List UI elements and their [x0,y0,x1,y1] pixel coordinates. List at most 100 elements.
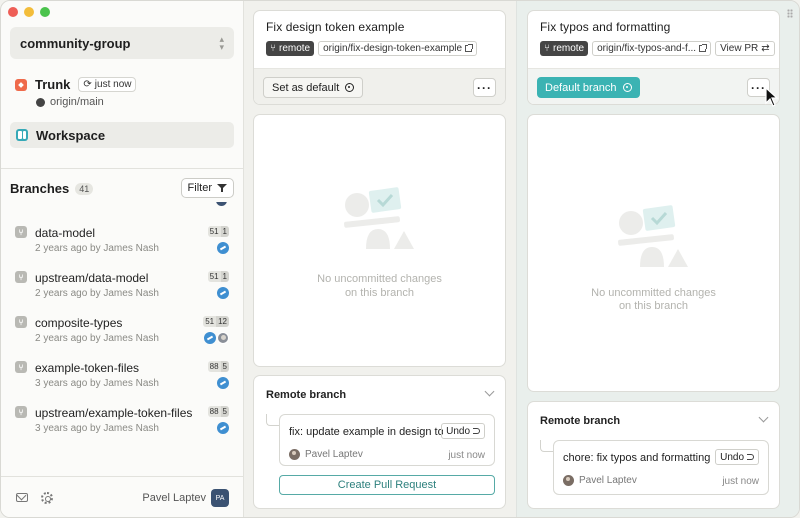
branch-icon: ⑂ [15,316,27,328]
project-name: community-group [20,35,131,51]
uncommitted-changes-area: No uncommitted changes on this branch [253,114,506,367]
branch-item[interactable]: ⑂ upstream/data-model 2 years ago by Jam… [1,267,243,311]
empty-line-2: on this branch [344,287,415,299]
chevron-down-icon[interactable] [484,386,495,397]
set-as-default-button[interactable]: Set as default [263,77,364,98]
remote-branch-card: Remote branch fix: update example in des… [253,375,506,509]
branch-meta: 2 years ago by James Nash [35,288,159,299]
remote-tag-label: remote [279,43,311,54]
remote-tag: ⑂ remote [540,41,589,56]
user-name[interactable]: Pavel Laptev [142,492,206,504]
mail-icon[interactable] [16,493,28,502]
create-pull-request-button[interactable]: Create Pull Request [279,475,495,495]
external-link-icon [465,44,474,52]
branch-stats: 88 5 [207,361,229,372]
behind-count: 12 [216,316,229,327]
remote-tag-label: remote [553,43,585,54]
origin-link[interactable]: origin/fix-design-token-example [318,41,478,56]
sidebar-item-workspace[interactable]: Workspace [10,122,234,148]
commit-card[interactable]: chore: fix typos and formatting ... Undo… [553,440,769,495]
author-avatar [217,422,229,434]
origin-label: origin/fix-design-token-example [323,43,463,54]
external-link-icon [699,44,708,52]
branch-item[interactable]: ⑂ example-token-files 3 years ago by Jam… [1,357,243,401]
trunk-item[interactable]: Trunk ⟳ just now origin/main [15,77,235,108]
commit-time: just now [722,476,759,487]
branch-stats: 51 1 [207,271,229,282]
author-avatar [217,332,229,344]
gear-icon[interactable] [41,492,53,504]
branch-icon: ⑂ [15,271,27,283]
trunk-sync-badge[interactable]: ⟳ just now [78,77,137,92]
sidebar: community-group ▴ ▾ Trunk ⟳ just now orig… [1,1,244,517]
mouse-cursor-icon [765,87,779,107]
commit-author: Pavel Laptev [579,475,637,486]
commit-time: just now [448,450,485,461]
ahead-count: 51 [203,316,217,327]
close-window-button[interactable] [8,7,18,17]
avatar[interactable]: PA [211,489,229,507]
filter-button[interactable]: Filter [180,178,234,198]
avatar [563,475,574,486]
view-pr-label: View PR [720,43,759,54]
chevron-up-down-icon: ▴ ▾ [219,34,224,52]
undo-label: Undo [720,451,744,463]
author-avatar [217,377,229,389]
remote-branch-card: Remote branch chore: fix typos and forma… [527,401,780,509]
target-icon [622,83,632,92]
origin-link[interactable]: origin/fix-typos-and-f... [592,41,712,56]
branch-title[interactable]: Fix typos and formatting [540,20,767,34]
drag-handle-icon[interactable] [787,9,793,18]
pull-request-icon: ⇄ [761,43,770,54]
behind-count: 5 [220,406,229,417]
trunk-icon [15,78,27,91]
commit-card[interactable]: fix: update example in design to... Undo… [279,414,495,466]
zoom-window-button[interactable] [40,7,50,17]
branch-name: data-model [35,226,96,240]
branches-count-badge: 41 [75,182,94,195]
create-pr-label: Create Pull Request [337,479,437,491]
sidebar-footer: Pavel Laptev PA [1,476,243,517]
empty-illustration [618,205,688,267]
branch-stats: 51 1 [207,226,229,237]
branch-icon: ⑂ [15,226,27,238]
chevron-down-icon[interactable] [758,412,769,423]
branch-name: upstream/example-token-files [35,406,193,420]
trunk-badge-label: just now [94,79,132,90]
branches-title: Branches [10,181,70,196]
github-icon [36,97,45,107]
ahead-count: 88 [207,406,221,417]
branch-lane: Fix typos and formatting ⑂ remote origin… [516,1,799,517]
author-avatar [217,242,229,254]
commit-author: Pavel Laptev [305,449,363,460]
undo-button[interactable]: Undo [441,423,485,439]
uncommitted-changes-area: No uncommitted changes on this branch [527,114,780,392]
project-selector[interactable]: community-group ▴ ▾ [10,27,234,59]
commit-message: chore: fix typos and formatting ... [563,452,713,464]
branch-item[interactable]: ⑂ data-model 2 years ago by James Nash 5… [1,222,243,266]
window-controls [8,7,50,17]
branch-item[interactable]: ⑂ composite-types 2 years ago by James N… [1,312,243,356]
workspace-icon [16,129,28,141]
workspace-label: Workspace [36,127,106,143]
branches-section: Branches 41 Filter ⑂ data-model 2 years … [1,168,243,476]
view-pr-button[interactable]: View PR ⇄ [715,41,775,56]
branch-lane: Fix design token example ⑂ remote origin… [244,1,516,517]
branch-meta: 3 years ago by James Nash [35,378,159,389]
branch-header-card: Fix design token example ⑂ remote origin… [253,10,506,105]
more-options-button[interactable]: ··· [473,78,496,97]
branch-list[interactable]: ⑂ data-model 2 years ago by James Nash 5… [1,202,243,477]
branch-meta: 3 years ago by James Nash [35,423,159,434]
default-branch-button[interactable]: Default branch [537,77,640,98]
empty-line-1: No uncommitted changes [591,287,716,299]
undo-icon [473,428,480,434]
branch-item[interactable]: ⑂ upstream/example-token-files 3 years a… [1,402,243,446]
empty-illustration [344,187,414,249]
commit-message: fix: update example in design to... [289,426,443,438]
undo-button[interactable]: Undo [715,449,759,465]
minimize-window-button[interactable] [24,7,34,17]
empty-line-2: on this branch [618,300,689,312]
branch-icon: ⑂ [270,43,276,54]
branch-title[interactable]: Fix design token example [266,20,493,34]
ahead-count: 51 [207,226,221,237]
